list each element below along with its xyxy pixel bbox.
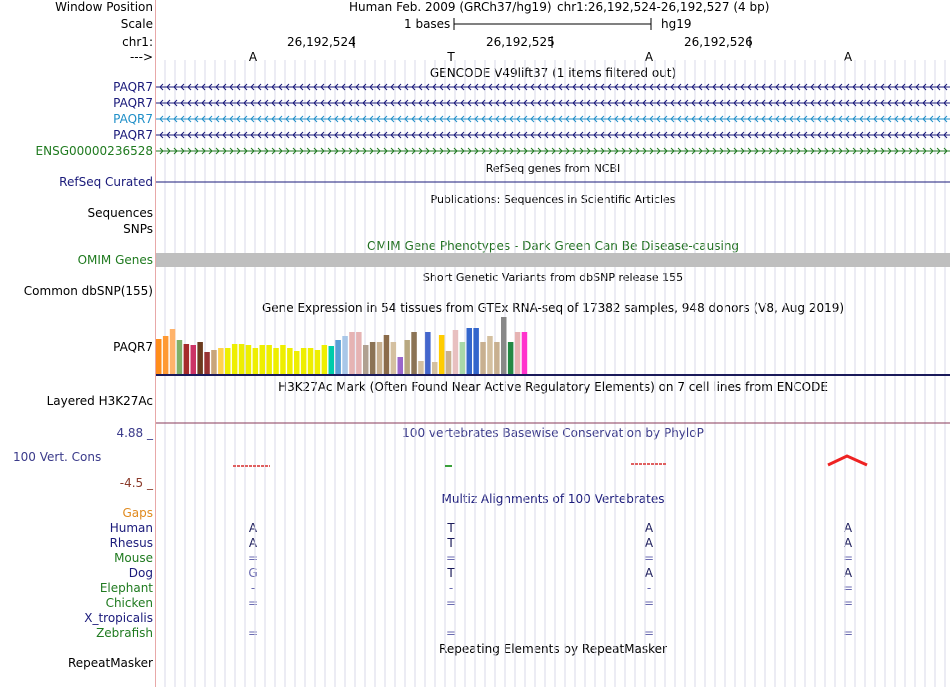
gtex-bar: [452, 330, 459, 374]
gtex-bar: [514, 332, 521, 374]
browser-graphics: [156, 18, 950, 687]
gtex-bar: [156, 339, 162, 374]
gtex-bar: [507, 342, 514, 374]
gtex-bar: [183, 344, 190, 374]
gtex-bar: [294, 351, 300, 374]
gtex-bar: [459, 342, 466, 374]
gtex-bar: [494, 342, 500, 374]
gtex-bar: [501, 317, 507, 374]
gtex-bar: [287, 348, 293, 374]
gtex-bar: [404, 340, 410, 374]
gtex-bar: [376, 342, 383, 374]
gtex-bar: [369, 342, 376, 374]
gtex-bar: [266, 345, 272, 374]
gtex-bar: [397, 357, 403, 374]
gtex-bar: [466, 328, 472, 374]
gtex-bar: [383, 335, 390, 374]
gtex-bar: [218, 348, 224, 374]
gtex-bar: [252, 348, 259, 374]
gtex-bar: [197, 342, 203, 374]
gtex-bar: [300, 348, 307, 374]
gtex-bar: [473, 328, 479, 374]
gtex-bar: [225, 348, 231, 374]
gtex-bar: [280, 345, 286, 374]
gtex-bar: [418, 361, 424, 374]
gtex-bar: [162, 336, 169, 374]
gtex-bar: [445, 351, 452, 374]
gtex-bar: [335, 340, 341, 374]
gtex-bar: [349, 332, 355, 374]
gtex-bar: [487, 336, 493, 374]
gtex-bar: [231, 344, 238, 374]
gtex-bar: [356, 332, 362, 374]
gtex-bar: [211, 350, 217, 374]
gtex-bar: [176, 340, 183, 374]
gtex-bar: [390, 342, 397, 374]
gtex-bar: [521, 332, 528, 374]
gtex-bar: [342, 336, 348, 374]
gtex-bar: [259, 345, 265, 374]
gtex-bar: [245, 345, 252, 374]
gtex-bar: [321, 345, 328, 374]
gtex-bar: [328, 346, 334, 374]
gtex-bar: [204, 352, 210, 374]
gtex-bar: [438, 335, 445, 374]
gtex-bar: [432, 362, 438, 374]
gtex-bar: [480, 342, 486, 374]
gtex-bar: [425, 332, 431, 374]
omim-bar: [156, 253, 950, 267]
phylop-mark: [827, 454, 868, 467]
gtex-bar: [307, 348, 314, 374]
gtex-bar: [314, 350, 321, 374]
gtex-bar: [411, 332, 417, 374]
gtex-bar: [190, 345, 196, 374]
gtex-bar: [363, 345, 369, 374]
gtex-bar: [273, 348, 279, 374]
gtex-bar: [238, 344, 245, 374]
gtex-bar: [169, 329, 176, 374]
